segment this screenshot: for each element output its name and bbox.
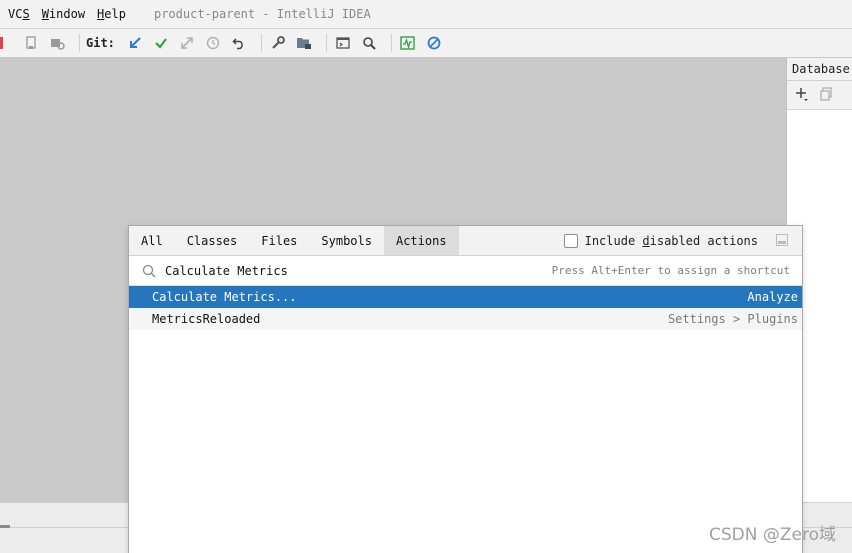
main-toolbar: Git:: [0, 29, 852, 58]
tab-classes[interactable]: Classes: [175, 226, 250, 255]
include-disabled-toggle[interactable]: Include disabled actions: [563, 226, 758, 255]
toolbar-separator: [390, 34, 392, 52]
menu-bar: VCS Window Help product-parent - Intelli…: [0, 0, 852, 29]
ide-window: VCS Window Help product-parent - Intelli…: [0, 0, 852, 553]
search-icon: [141, 263, 157, 279]
menu-vcs[interactable]: VCS: [8, 7, 30, 21]
popup-tab-bar: All Classes Files Symbols Actions Includ…: [129, 226, 802, 256]
menu-help[interactable]: Help: [97, 7, 126, 21]
window-title: product-parent - IntelliJ IDEA: [153, 7, 371, 21]
history-icon[interactable]: [203, 33, 223, 53]
tab-symbols[interactable]: Symbols: [309, 226, 384, 255]
rollback-icon[interactable]: [229, 33, 249, 53]
red-marker: [0, 37, 3, 49]
search-everywhere-popup: All Classes Files Symbols Actions Includ…: [128, 225, 803, 553]
project-structure-icon[interactable]: [294, 33, 314, 53]
watermark: CSDN @Zero域: [709, 525, 836, 545]
update-project-icon[interactable]: [125, 33, 145, 53]
menu-window[interactable]: Window: [42, 7, 85, 21]
search-icon[interactable]: [359, 33, 379, 53]
terminal-icon[interactable]: [333, 33, 353, 53]
database-panel-toolbar: [787, 81, 852, 110]
git-label: Git:: [86, 36, 115, 50]
tab-all[interactable]: All: [129, 226, 175, 255]
include-disabled-label: Include disabled actions: [584, 233, 758, 248]
result-name: MetricsReloaded: [152, 312, 261, 326]
tab-files[interactable]: Files: [249, 226, 309, 255]
toolbar-separator: [79, 34, 80, 52]
device-settings-icon[interactable]: [47, 33, 67, 53]
result-name: Calculate Metrics...: [152, 290, 297, 304]
no-entry-icon[interactable]: [424, 33, 444, 53]
tab-actions[interactable]: Actions: [383, 226, 459, 255]
shortcut-hint: Press Alt+Enter to assign a shortcut: [551, 264, 790, 277]
search-input[interactable]: [165, 263, 545, 278]
device-icon[interactable]: [21, 33, 41, 53]
scroll-indicator: [0, 525, 10, 528]
compare-icon[interactable]: [177, 33, 197, 53]
toolbar-separator: [260, 34, 262, 52]
toolbar-separator: [325, 34, 327, 52]
pin-window-icon[interactable]: [776, 234, 788, 246]
wrench-icon[interactable]: [268, 33, 288, 53]
database-panel-title[interactable]: Database: [787, 58, 852, 81]
result-category: Settings > Plugins: [667, 312, 798, 326]
commit-icon[interactable]: [151, 33, 171, 53]
result-item[interactable]: MetricsReloaded Settings > Plugins: [129, 308, 802, 330]
add-icon[interactable]: [795, 87, 809, 104]
search-row: Press Alt+Enter to assign a shortcut: [129, 256, 802, 286]
result-item[interactable]: Calculate Metrics... Analyze: [129, 286, 802, 308]
result-category: Analyze: [747, 290, 798, 304]
include-disabled-checkbox[interactable]: [563, 233, 578, 248]
copy-icon[interactable]: [819, 86, 833, 104]
monitor-icon[interactable]: [398, 33, 418, 53]
